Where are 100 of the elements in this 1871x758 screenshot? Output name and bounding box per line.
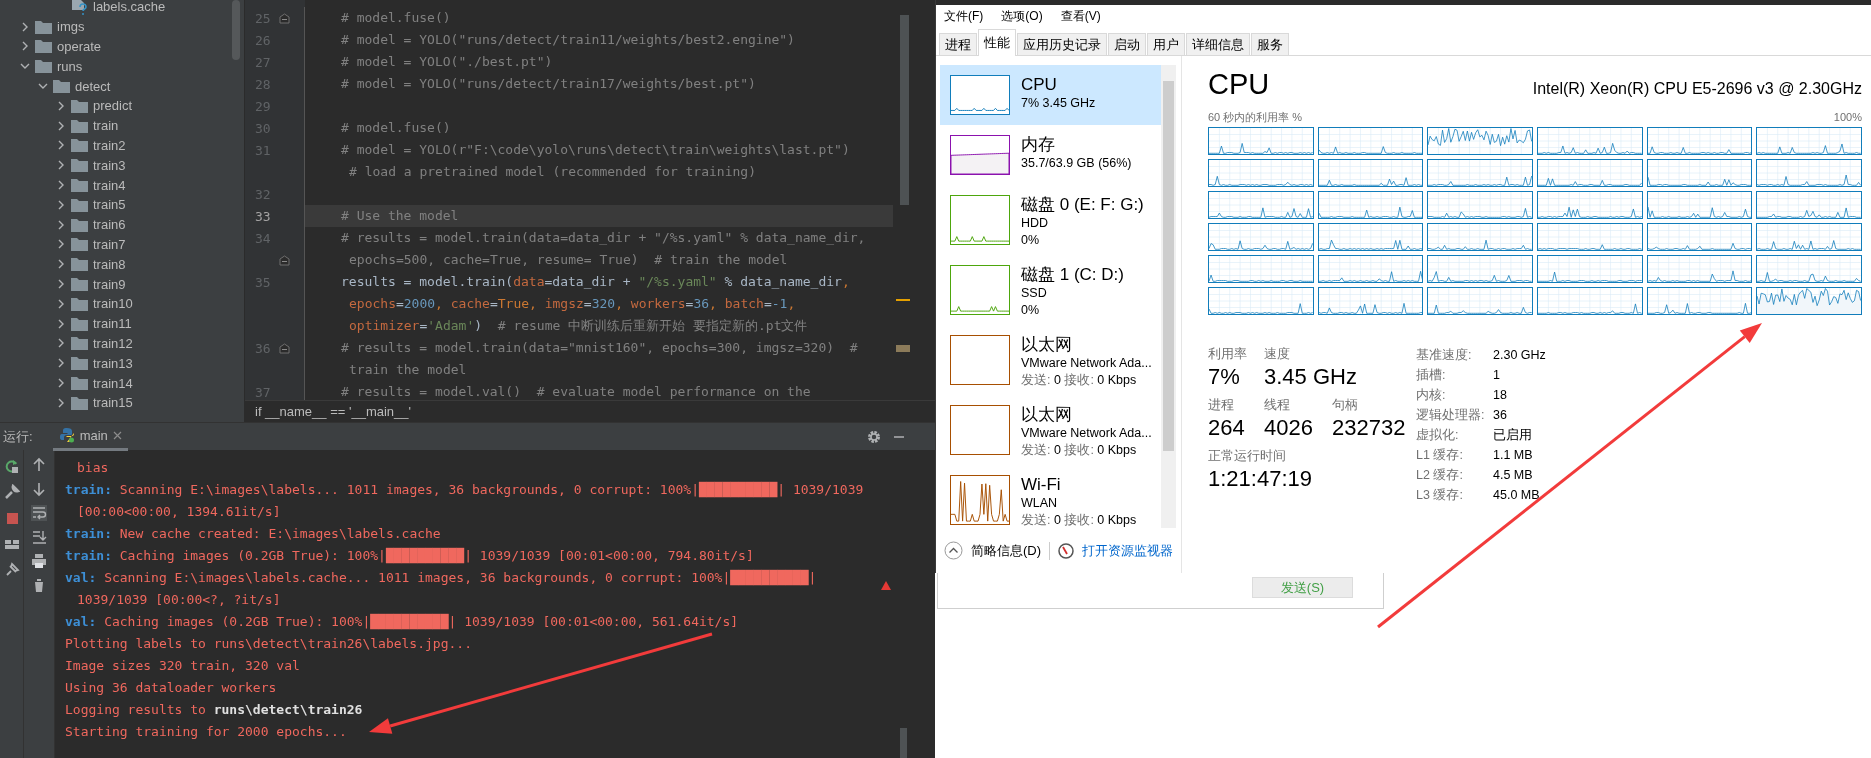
chevron-right-icon[interactable]: [56, 318, 66, 329]
graph-caption: 60 秒内的利用率 %: [1208, 110, 1303, 124]
tree-item[interactable]: train2: [93, 137, 126, 153]
tree-item[interactable]: train: [93, 118, 119, 134]
tree-item[interactable]: imgs: [57, 19, 85, 35]
chevron-right-icon[interactable]: [56, 199, 66, 210]
resource-item[interactable]: 磁盘 1 (C: D:) SSD 0%: [940, 255, 1161, 325]
folder-icon: [35, 39, 52, 54]
menu-item[interactable]: 查看(V): [1058, 6, 1103, 27]
scrollbar-thumb[interactable]: [900, 728, 907, 758]
tree-item[interactable]: train13: [93, 355, 133, 371]
tree-item[interactable]: predict: [93, 98, 133, 114]
tree-item[interactable]: detect: [75, 78, 111, 94]
send-button[interactable]: 发送(S): [1252, 577, 1353, 598]
folder-icon: [71, 395, 88, 410]
code-line: # model = YOLO("runs/detect/train17/weights/best.pt"): [340, 75, 757, 93]
resource-item[interactable]: 以太网 VMware Network Ada... 发送: 0 接收: 0 Kbps: [940, 325, 1161, 395]
console-line: Plotting labels to runs\detect\train26\labels.jpg...: [65, 635, 472, 653]
tree-item[interactable]: runs: [57, 58, 83, 74]
tree-item[interactable]: train10: [93, 296, 133, 312]
resource-monitor-link[interactable]: 打开资源监视器: [1082, 541, 1174, 560]
tree-item[interactable]: train7: [93, 236, 126, 252]
tab[interactable]: 用户: [1147, 33, 1185, 55]
chevron-right-icon[interactable]: [56, 140, 66, 151]
chevron-right-icon[interactable]: [56, 219, 66, 230]
console-line: 1039/1039 [00:00<?, ?it/s]: [76, 591, 281, 609]
tab[interactable]: 服务: [1251, 33, 1289, 55]
tree-item[interactable]: train5: [93, 197, 126, 213]
chevron-right-icon[interactable]: [56, 100, 66, 111]
tab[interactable]: 进程: [939, 33, 977, 55]
code-line: # results = model.val() # evaluate model performance on the: [340, 383, 812, 400]
chevron-up-icon: [944, 541, 963, 560]
tree-item[interactable]: train11: [93, 316, 132, 332]
code-line: # results = model.train(data=data_dir + "/%s.yaml" % data_name_dir,: [340, 229, 867, 247]
chevron-right-icon[interactable]: [56, 358, 66, 369]
rerun-icon[interactable]: [3, 458, 20, 474]
tree-item[interactable]: train6: [93, 217, 126, 233]
resource-item[interactable]: 内存 35.7/63.9 GB (56%): [940, 125, 1161, 185]
console-line: Using 36 dataloader workers: [65, 679, 277, 697]
gauge-icon: [1058, 542, 1075, 559]
spec-value: 36: [1493, 408, 1508, 422]
tab[interactable]: 详细信息: [1186, 33, 1250, 55]
tree-item[interactable]: train15: [93, 395, 133, 411]
fold-icon[interactable]: [279, 12, 290, 24]
arrow-down-icon[interactable]: [31, 481, 47, 497]
arrow-up-icon[interactable]: [31, 457, 47, 473]
chevron-right-icon[interactable]: [56, 397, 66, 408]
settings-icon[interactable]: [867, 429, 881, 444]
triangle-icon[interactable]: [881, 581, 891, 590]
scrollbar-thumb[interactable]: [900, 15, 909, 205]
fewer-details-button[interactable]: 简略信息(D): [944, 541, 1042, 560]
tab[interactable]: 应用历史记录: [1017, 33, 1107, 55]
chevron-right-icon[interactable]: [20, 41, 30, 52]
console-line: val: Scanning E:\images\labels.cache... 1011 images, 36 backgrounds, 0 corrupt: 100%|██████████|: [65, 568, 817, 588]
chevron-right-icon[interactable]: [56, 378, 66, 389]
scrollbar-thumb[interactable]: [232, 0, 240, 60]
resource-item[interactable]: Wi-Fi WLAN 发送: 0 接收: 0 Kbps: [940, 465, 1161, 528]
chevron-right-icon[interactable]: [56, 279, 66, 290]
stat-label: 线程: [1264, 396, 1291, 414]
run-tab[interactable]: main: [52, 422, 128, 451]
resource-item[interactable]: 磁盘 0 (E: F: G:) HDD 0%: [940, 185, 1161, 255]
tree-item[interactable]: labels.cache: [93, 0, 166, 15]
scroll-to-end-icon[interactable]: [31, 529, 47, 545]
tree-item[interactable]: train8: [93, 256, 126, 272]
console-line: Image sizes 320 train, 320 val: [65, 657, 300, 675]
stat-value: 3.45 GHz: [1264, 363, 1357, 391]
code-line: # load a pretrained model (recommended for training): [348, 163, 757, 181]
chevron-right-icon[interactable]: [56, 239, 66, 250]
printer-icon[interactable]: [31, 553, 47, 569]
resource-detail: 7% 3.45 GHz: [1021, 95, 1096, 112]
resource-item[interactable]: CPU 7% 3.45 GHz: [940, 65, 1161, 125]
fold-icon[interactable]: [279, 342, 290, 354]
tree-item[interactable]: train12: [93, 335, 133, 351]
menu-item[interactable]: 文件(F): [942, 6, 986, 27]
chevron-right-icon[interactable]: [56, 180, 66, 191]
fold-icon[interactable]: [279, 254, 290, 266]
chevron-right-icon[interactable]: [56, 120, 66, 131]
tree-item[interactable]: train14: [93, 375, 133, 391]
wrench-icon[interactable]: [3, 484, 20, 500]
tree-item[interactable]: train3: [93, 157, 126, 173]
spec-label: 基准速度:: [1416, 346, 1473, 364]
console-line: train: Caching images (0.2GB True): 100%|██████████| 1039/1039 [00:01<00:00, 794.80it/s]: [65, 546, 754, 566]
menu-item[interactable]: 选项(O): [999, 6, 1045, 27]
resource-name: CPU: [1021, 75, 1058, 95]
resource-item[interactable]: 以太网 VMware Network Ada... 发送: 0 接收: 0 Kbps: [940, 395, 1161, 465]
chevron-right-icon[interactable]: [56, 338, 66, 349]
soft-wrap-icon[interactable]: [31, 505, 47, 521]
tree-item[interactable]: train9: [93, 276, 126, 292]
scrollbar-thumb[interactable]: [1163, 81, 1174, 451]
tab[interactable]: 性能: [978, 29, 1016, 56]
resource-detail: VMware Network Ada...: [1021, 425, 1152, 442]
chevron-right-icon[interactable]: [56, 160, 66, 171]
code-line: # model = YOLO("./best.pt"): [340, 53, 554, 71]
close-icon[interactable]: [112, 430, 122, 440]
chevron-right-icon[interactable]: [20, 21, 30, 32]
tree-item[interactable]: operate: [57, 39, 102, 54]
chevron-right-icon[interactable]: [56, 298, 66, 309]
tree-item[interactable]: train4: [93, 177, 126, 193]
chevron-right-icon[interactable]: [56, 259, 66, 270]
tab[interactable]: 启动: [1108, 33, 1146, 55]
